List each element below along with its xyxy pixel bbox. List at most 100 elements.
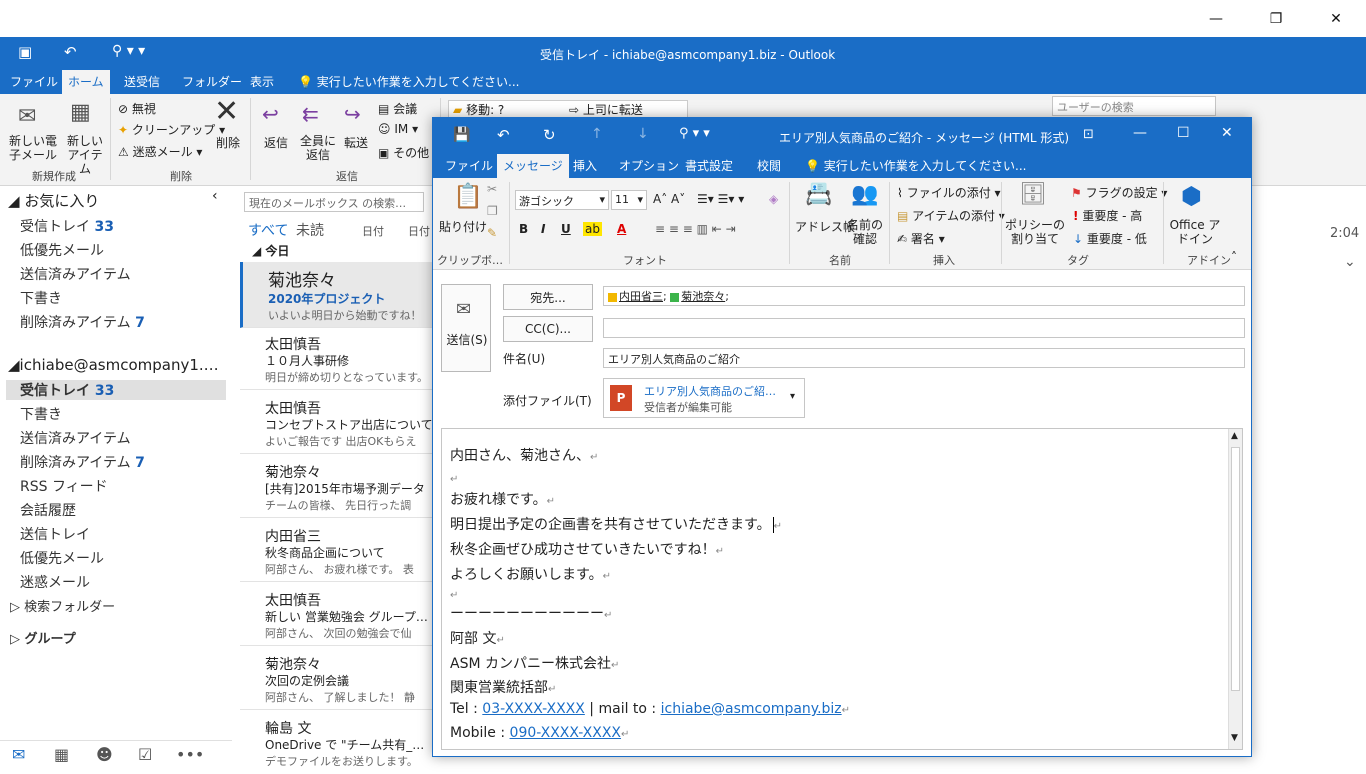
folder-item[interactable]: 低優先メール (20, 548, 104, 568)
close-button[interactable]: ✕ (1306, 0, 1366, 37)
reply-button[interactable]: 返信 (264, 134, 288, 151)
ribbon-options-icon[interactable]: ⊡ (1083, 127, 1094, 142)
folder-item[interactable]: 削除済みアイテム 7 (20, 452, 145, 472)
im-button[interactable]: ☺ IM ▾ (378, 122, 418, 136)
recipient[interactable]: 内田省三 (619, 290, 663, 303)
attachment-chip[interactable]: P エリア別人気商品のご紹… 受信者が編集可能 ▾ (603, 378, 805, 418)
account-header[interactable]: ◢ichiabe@asmcompany1.… (8, 356, 219, 374)
restore-button[interactable]: ❐ (1246, 0, 1306, 37)
save-icon[interactable]: 💾 (453, 127, 470, 143)
up-icon[interactable]: ↑ (591, 126, 603, 142)
font-name-select[interactable]: 游ゴシック ▾ (515, 190, 609, 210)
filter-unread[interactable]: 未読 (296, 220, 324, 240)
tab-insert[interactable]: 挿入 (567, 154, 603, 178)
new-email-button[interactable]: 新しい電子メール (4, 134, 62, 162)
reply-all-button[interactable]: 全員に返信 (298, 134, 338, 162)
sort-date[interactable]: 日付 (362, 223, 384, 239)
filter-all[interactable]: すべて (248, 220, 288, 240)
cc-button[interactable]: CC(C)... (503, 316, 593, 342)
address-book-button[interactable]: アドレス帳 (795, 218, 855, 235)
user-search-input[interactable]: ユーザーの検索 (1052, 96, 1216, 116)
expand-icon[interactable]: ⌄ (1344, 254, 1356, 270)
scroll-up-icon[interactable]: ▲ (1231, 431, 1238, 441)
search-folders-item[interactable]: ▷ 検索フォルダー (10, 596, 115, 615)
down-icon[interactable]: ↓ (637, 126, 649, 142)
tell-me-search[interactable]: 💡 実行したい作業を入力してください... (292, 70, 526, 94)
send-button[interactable]: ✉ 送信(S) (441, 284, 491, 372)
underline-button[interactable]: U (561, 222, 571, 236)
groups-item[interactable]: ▷ グループ (10, 628, 76, 647)
tab-folder[interactable]: フォルダー (176, 70, 248, 94)
highlight-icon[interactable]: ab (583, 222, 602, 236)
mobile-link[interactable]: 090-XXXX-XXXX (510, 725, 621, 741)
flag-button[interactable]: ⚑ フラグの設定 ▾ (1071, 184, 1167, 201)
copy-icon[interactable]: ❐ (487, 204, 498, 218)
undo-icon[interactable]: ↶ (64, 43, 77, 61)
tab-format[interactable]: 書式設定 (679, 154, 739, 178)
mail-icon[interactable]: ✉ (12, 745, 25, 764)
font-size-select[interactable]: 11 ▾ (611, 190, 647, 210)
meeting-button[interactable]: ▤ 会議 (378, 100, 417, 117)
folder-item[interactable]: 下書き (20, 404, 62, 424)
grow-shrink-font-icon[interactable]: A˄ A˅ (653, 192, 685, 206)
tasks-icon[interactable]: ☑ (138, 745, 152, 764)
redo-icon[interactable]: ↻ (543, 126, 556, 144)
tel-link[interactable]: 03-XXXX-XXXX (482, 701, 585, 717)
mail-link[interactable]: ichiabe@asmcompany.biz (661, 701, 842, 717)
folder-item[interactable]: 低優先メール (20, 240, 104, 260)
signature-button[interactable]: ✍ 署名 ▾ (897, 230, 945, 247)
collapse-ribbon-icon[interactable]: ˄ (1231, 250, 1237, 264)
to-button[interactable]: 宛先... (503, 284, 593, 310)
bullets-icon[interactable]: ☰▾ ☰▾ ▾ (697, 192, 744, 206)
tell-me-search[interactable]: 💡 実行したい作業を入力してください... (799, 154, 1033, 178)
folder-item[interactable]: 迷惑メール (20, 572, 90, 592)
folder-item[interactable]: 下書き (20, 288, 62, 308)
folder-item[interactable]: 会話履歴 (20, 500, 76, 520)
delete-button[interactable]: 削除 (216, 134, 240, 151)
importance-low-button[interactable]: ↓ 重要度 - 低 (1073, 230, 1147, 247)
attachment-menu-icon[interactable]: ▾ (790, 391, 795, 402)
folder-item-selected[interactable]: 受信トレイ 33 (6, 380, 226, 400)
tab-file[interactable]: ファイル (4, 70, 64, 94)
importance-high-button[interactable]: ! 重要度 - 高 (1073, 207, 1142, 224)
paste-button[interactable]: 貼り付け (439, 218, 487, 235)
other-button[interactable]: ▣ その他 (378, 144, 429, 161)
mailbox-search-input[interactable]: 現在のメールボックス の検索… (244, 192, 424, 212)
cleanup-button[interactable]: ✦ クリーンアップ ▾ (118, 121, 225, 138)
people-icon[interactable]: ☻ (96, 745, 113, 764)
recipient[interactable]: 菊池奈々 (681, 290, 725, 303)
junk-button[interactable]: ⚠ 迷惑メール ▾ (118, 143, 202, 160)
bold-button[interactable]: B (519, 222, 528, 236)
policy-button[interactable]: ポリシーの割り当て (1005, 218, 1065, 246)
customize-icon[interactable]: ⚲ ▾ ▾ (679, 126, 710, 141)
forward-button[interactable]: 転送 (344, 134, 368, 151)
tab-send-receive[interactable]: 送受信 (118, 70, 166, 94)
quick-access-icon[interactable]: ⚲ ▾ ▾ (112, 43, 145, 59)
attach-item-button[interactable]: ▤ アイテムの添付 ▾ (897, 207, 1005, 224)
align-icons[interactable]: ≡ ≡ ≡ ▥ ⇤ ⇥ (655, 222, 736, 236)
minimize-button[interactable]: — (1186, 0, 1246, 37)
format-painter-icon[interactable]: ✎ (487, 226, 497, 240)
folder-item[interactable]: 削除済みアイテム 7 (20, 312, 145, 332)
check-names-button[interactable]: 名前の確認 (847, 218, 883, 246)
tab-options[interactable]: オプション (613, 154, 685, 178)
favorites-header[interactable]: ◢ お気に入り (8, 190, 99, 211)
folder-item[interactable]: 受信トレイ 33 (20, 216, 114, 236)
folder-item[interactable]: 送信トレイ (20, 524, 90, 544)
more-icon[interactable]: ••• (176, 745, 204, 764)
close-button[interactable]: ✕ (1221, 125, 1233, 141)
folder-item[interactable]: 送信済みアイテム (20, 428, 131, 448)
sort-date2[interactable]: 日付 (408, 223, 430, 239)
subject-field[interactable]: エリア別人気商品のご紹介 (603, 348, 1245, 368)
to-field[interactable]: 内田省三; 菊池奈々; (603, 286, 1245, 306)
tab-message[interactable]: メッセージ (497, 154, 569, 178)
minimize-button[interactable]: — (1133, 125, 1147, 141)
scroll-down-icon[interactable]: ▼ (1231, 733, 1238, 743)
tab-file[interactable]: ファイル (439, 154, 499, 178)
collapse-pane-icon[interactable]: ‹ (212, 188, 218, 204)
maximize-button[interactable]: ☐ (1177, 125, 1190, 141)
office-addins-button[interactable]: Office アドイン (1169, 218, 1221, 246)
calendar-icon[interactable]: ▦ (54, 745, 69, 764)
body-scrollbar[interactable]: ▲ ▼ (1228, 429, 1242, 749)
tab-home[interactable]: ホーム (62, 70, 110, 94)
